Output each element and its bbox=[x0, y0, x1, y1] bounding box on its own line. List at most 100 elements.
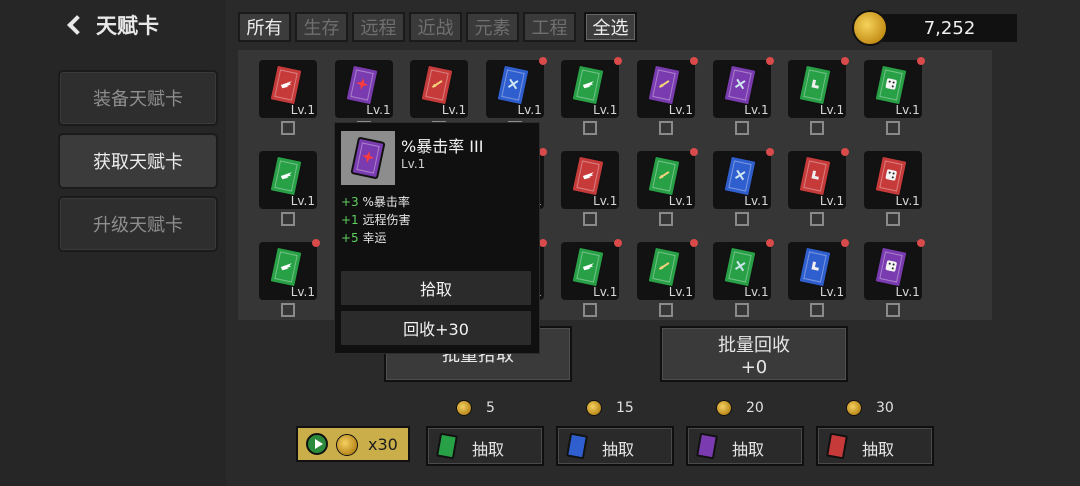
card-slot[interactable]: Lv.1 bbox=[712, 148, 774, 209]
batch-recycle-value: +0 bbox=[740, 356, 768, 378]
card-slot[interactable]: Lv.1 bbox=[485, 57, 547, 118]
card-checkbox[interactable] bbox=[885, 121, 900, 135]
card-checkbox[interactable] bbox=[281, 303, 295, 317]
tab-element[interactable]: 元素 bbox=[466, 12, 519, 42]
card-slot[interactable]: Lv.1 bbox=[788, 57, 850, 118]
card-slot[interactable]: Lv.1 bbox=[637, 148, 698, 209]
new-indicator bbox=[916, 57, 925, 65]
card-slot[interactable]: Lv.1 bbox=[712, 239, 774, 300]
card-icon bbox=[268, 154, 304, 198]
card-icon bbox=[873, 63, 909, 107]
card-slot[interactable]: Lv.1 bbox=[410, 60, 469, 118]
card-level: Lv.1 bbox=[744, 194, 769, 208]
card-icon bbox=[721, 63, 758, 107]
stat-line: +3 %暴击率 bbox=[341, 195, 410, 209]
draw-red-button[interactable]: 抽取 bbox=[816, 426, 934, 466]
tab-melee[interactable]: 近战 bbox=[409, 12, 462, 42]
select-all-label: 全选 bbox=[592, 18, 629, 39]
draw-green-button[interactable]: 抽取 bbox=[426, 426, 544, 466]
card-slot[interactable]: Lv.1 bbox=[712, 57, 774, 118]
sidebar-item-label: 获取天赋卡 bbox=[93, 152, 183, 173]
boot-icon bbox=[811, 79, 820, 89]
chevron-left-icon bbox=[67, 15, 87, 35]
card-icon bbox=[343, 63, 380, 107]
card-slot[interactable]: Lv.1 bbox=[863, 239, 925, 300]
card-slot[interactable]: Lv.1 bbox=[259, 151, 317, 209]
card-checkbox[interactable] bbox=[810, 212, 825, 226]
card-icon bbox=[268, 245, 304, 289]
tab-survival[interactable]: 生存 bbox=[295, 12, 348, 42]
card-level: Lv.1 bbox=[593, 194, 618, 208]
sidebar-item-label: 装备天赋卡 bbox=[93, 89, 183, 110]
cross-swords-icon bbox=[507, 78, 519, 90]
card-slot[interactable]: Lv.1 bbox=[863, 151, 922, 209]
card-level: Lv.1 bbox=[517, 103, 542, 117]
card-level: Lv.1 bbox=[895, 103, 920, 117]
draw-blue-button[interactable]: 抽取 bbox=[556, 426, 674, 466]
back-button[interactable]: 天赋卡 bbox=[64, 10, 159, 40]
tab-engineering[interactable]: 工程 bbox=[523, 12, 576, 42]
card-slot[interactable]: Lv.1 bbox=[259, 239, 320, 300]
card-slot[interactable]: Lv.1 bbox=[863, 57, 925, 118]
sidebar-item-equip[interactable]: 装备天赋卡 bbox=[58, 70, 218, 126]
card-checkbox[interactable] bbox=[281, 121, 295, 135]
card-checkbox[interactable] bbox=[583, 121, 598, 135]
filter-tabs: 所有 生存 远程 近战 元素 工程 全选 bbox=[238, 12, 637, 42]
card-checkbox[interactable] bbox=[734, 212, 749, 226]
card-level: Lv.1 bbox=[744, 285, 769, 299]
new-indicator bbox=[690, 239, 698, 247]
card-slot[interactable]: Lv.1 bbox=[788, 239, 850, 300]
sidebar-item-upgrade[interactable]: 升级天赋卡 bbox=[58, 196, 218, 252]
cross-swords-icon bbox=[734, 260, 746, 272]
batch-recycle-button[interactable]: 批量回收 +0 bbox=[660, 326, 848, 382]
tab-ranged[interactable]: 远程 bbox=[352, 12, 405, 42]
draw-cost: 15 bbox=[586, 400, 634, 416]
boot-icon bbox=[811, 261, 820, 271]
card-checkbox[interactable] bbox=[885, 212, 900, 226]
dice-icon bbox=[885, 78, 897, 90]
select-all-button[interactable]: 全选 bbox=[584, 12, 637, 42]
card-slot[interactable]: Lv.1 bbox=[561, 151, 620, 209]
card-checkbox[interactable] bbox=[734, 121, 749, 135]
card-checkbox[interactable] bbox=[583, 212, 598, 226]
sword-icon bbox=[658, 80, 670, 88]
card-checkbox[interactable] bbox=[281, 212, 295, 226]
card-icon bbox=[873, 245, 909, 289]
card-slot[interactable]: Lv.1 bbox=[334, 60, 393, 118]
card-level: Lv.1 bbox=[668, 285, 693, 299]
card-checkbox[interactable] bbox=[659, 121, 673, 135]
card-level: Lv.1 bbox=[593, 103, 618, 117]
card-slot[interactable]: Lv.1 bbox=[561, 57, 623, 118]
new-indicator bbox=[765, 239, 774, 247]
card-level: Lv.1 bbox=[401, 157, 426, 171]
new-indicator bbox=[614, 57, 623, 65]
ad-draw-button[interactable]: x30 bbox=[296, 426, 410, 462]
draw-purple-button[interactable]: 抽取 bbox=[686, 426, 804, 466]
card-level: Lv.1 bbox=[819, 194, 845, 208]
draw-cost: 30 bbox=[846, 400, 894, 416]
tab-label: 远程 bbox=[360, 18, 397, 39]
sidebar: 天赋卡 装备天赋卡 获取天赋卡 升级天赋卡 bbox=[0, 0, 226, 486]
card-checkbox[interactable] bbox=[810, 121, 825, 135]
card-checkbox[interactable] bbox=[583, 303, 598, 317]
card-icon bbox=[570, 154, 607, 198]
card-detail-popup: %暴击率 III Lv.1 +3 %暴击率 +1 远程伤害 +5 幸运 拾取 回… bbox=[334, 122, 540, 354]
card-icon bbox=[268, 63, 304, 107]
draw-cost: 5 bbox=[456, 400, 495, 416]
card-checkbox[interactable] bbox=[885, 303, 900, 317]
card-slot[interactable]: Lv.1 bbox=[637, 239, 698, 300]
tab-all[interactable]: 所有 bbox=[238, 12, 291, 42]
card-slot[interactable]: Lv.1 bbox=[788, 148, 850, 209]
card-checkbox[interactable] bbox=[810, 303, 825, 317]
card-checkbox[interactable] bbox=[734, 303, 749, 317]
recycle-button[interactable]: 回收+30 bbox=[341, 311, 531, 345]
card-slot[interactable]: Lv.1 bbox=[259, 60, 317, 118]
tab-label: 元素 bbox=[474, 18, 511, 39]
coin-icon bbox=[586, 400, 602, 416]
card-slot[interactable]: Lv.1 bbox=[637, 57, 698, 118]
sidebar-item-obtain[interactable]: 获取天赋卡 bbox=[58, 133, 218, 189]
card-slot[interactable]: Lv.1 bbox=[561, 239, 623, 300]
pick-button[interactable]: 拾取 bbox=[341, 271, 531, 305]
card-checkbox[interactable] bbox=[659, 212, 673, 226]
card-checkbox[interactable] bbox=[659, 303, 673, 317]
